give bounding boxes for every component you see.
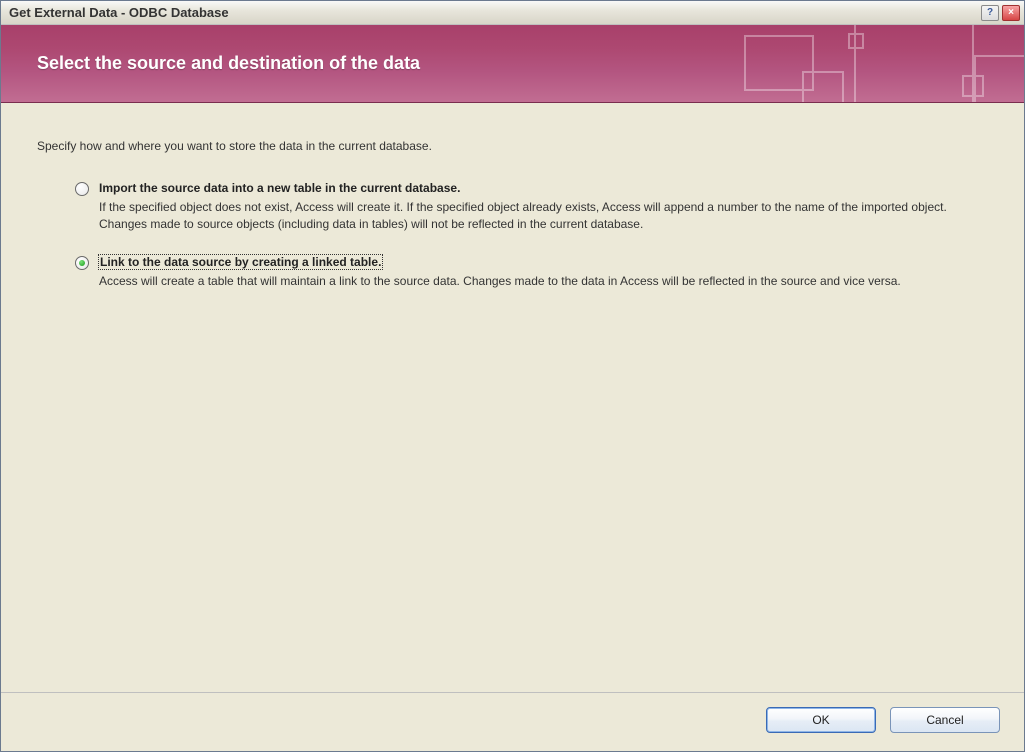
option-import-label: Import the source data into a new table … [99,181,460,195]
options-group: Import the source data into a new table … [37,181,988,289]
help-icon: ? [987,7,993,18]
banner-decoration-icon [684,25,1024,102]
option-import[interactable]: Import the source data into a new table … [75,181,988,233]
help-button[interactable]: ? [981,5,999,21]
banner: Select the source and destination of the… [1,25,1024,103]
close-button[interactable]: × [1002,5,1020,21]
ok-button[interactable]: OK [766,707,876,733]
footer: OK Cancel [1,692,1024,751]
option-link-label: Link to the data source by creating a li… [99,255,382,269]
radio-link[interactable] [75,256,89,270]
close-icon: × [1008,7,1014,18]
option-import-text: Import the source data into a new table … [99,181,988,233]
banner-heading: Select the source and destination of the… [37,53,420,74]
titlebar-buttons: ? × [981,5,1020,21]
content-area: Specify how and where you want to store … [1,103,1024,692]
dialog-window: Get External Data - ODBC Database ? × Se… [0,0,1025,752]
cancel-button[interactable]: Cancel [890,707,1000,733]
window-title: Get External Data - ODBC Database [5,5,981,20]
titlebar: Get External Data - ODBC Database ? × [1,1,1024,25]
option-link[interactable]: Link to the data source by creating a li… [75,255,988,290]
instruction-text: Specify how and where you want to store … [37,139,988,153]
option-import-description: If the specified object does not exist, … [99,199,979,233]
option-link-text: Link to the data source by creating a li… [99,255,988,290]
option-link-description: Access will create a table that will mai… [99,273,979,290]
radio-import[interactable] [75,182,89,196]
